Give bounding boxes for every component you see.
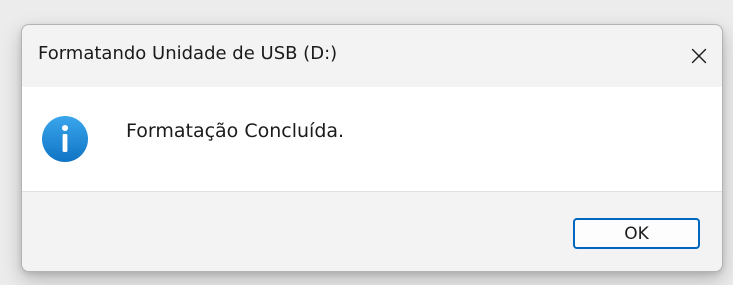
dialog-title: Formatando Unidade de USB (D:): [38, 43, 338, 64]
info-icon: [42, 116, 88, 162]
title-bar: Formatando Unidade de USB (D:): [22, 25, 722, 87]
close-icon: [691, 48, 707, 64]
message-area: Formatação Concluída.: [22, 87, 722, 192]
format-dialog: Formatando Unidade de USB (D:) Formataçã…: [21, 24, 723, 272]
button-bar: OK: [22, 192, 722, 271]
ok-button[interactable]: OK: [573, 218, 700, 249]
close-button[interactable]: [676, 33, 722, 79]
status-message: Formatação Concluída.: [126, 120, 345, 142]
